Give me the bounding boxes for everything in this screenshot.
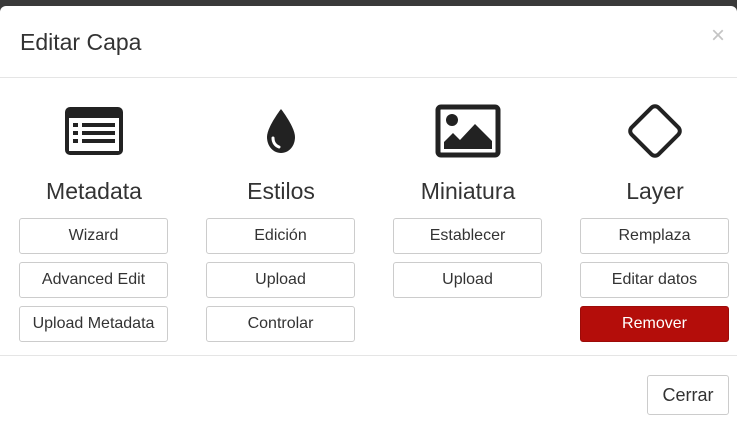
editar-datos-button[interactable]: Editar datos [580, 262, 729, 298]
remplaza-button[interactable]: Remplaza [580, 218, 729, 254]
miniatura-title: Miniatura [420, 178, 516, 204]
modal-title: Editar Capa [20, 29, 142, 55]
establecer-button[interactable]: Establecer [393, 218, 542, 254]
estilos-column: Estilos Edición Upload Controlar [206, 98, 356, 342]
layer-title: Layer [626, 178, 684, 204]
upload-thumbnail-button[interactable]: Upload [393, 262, 542, 298]
layer-column: Layer Remplaza Editar datos Remover [580, 98, 730, 342]
diamond-icon [580, 98, 730, 164]
advanced-edit-button[interactable]: Advanced Edit [19, 262, 168, 298]
metadata-title: Metadata [46, 178, 142, 204]
droplet-icon [206, 98, 356, 164]
list-document-icon [19, 98, 169, 164]
cerrar-button[interactable]: Cerrar [647, 375, 729, 415]
close-icon[interactable]: × [708, 24, 728, 48]
modal-header: Editar Capa × [0, 6, 737, 78]
remover-button[interactable]: Remover [580, 306, 729, 342]
modal-footer: Cerrar [0, 355, 737, 430]
edicion-button[interactable]: Edición [206, 218, 355, 254]
edit-layer-modal: Editar Capa × Metadata Wizard Advanced E… [0, 6, 737, 430]
controlar-button[interactable]: Controlar [206, 306, 355, 342]
miniatura-column: Miniatura Establecer Upload [393, 98, 543, 298]
upload-metadata-button[interactable]: Upload Metadata [19, 306, 168, 342]
image-icon [393, 98, 543, 164]
metadata-column: Metadata Wizard Advanced Edit Upload Met… [19, 98, 169, 342]
wizard-button[interactable]: Wizard [19, 218, 168, 254]
upload-style-button[interactable]: Upload [206, 262, 355, 298]
estilos-title: Estilos [247, 178, 315, 204]
